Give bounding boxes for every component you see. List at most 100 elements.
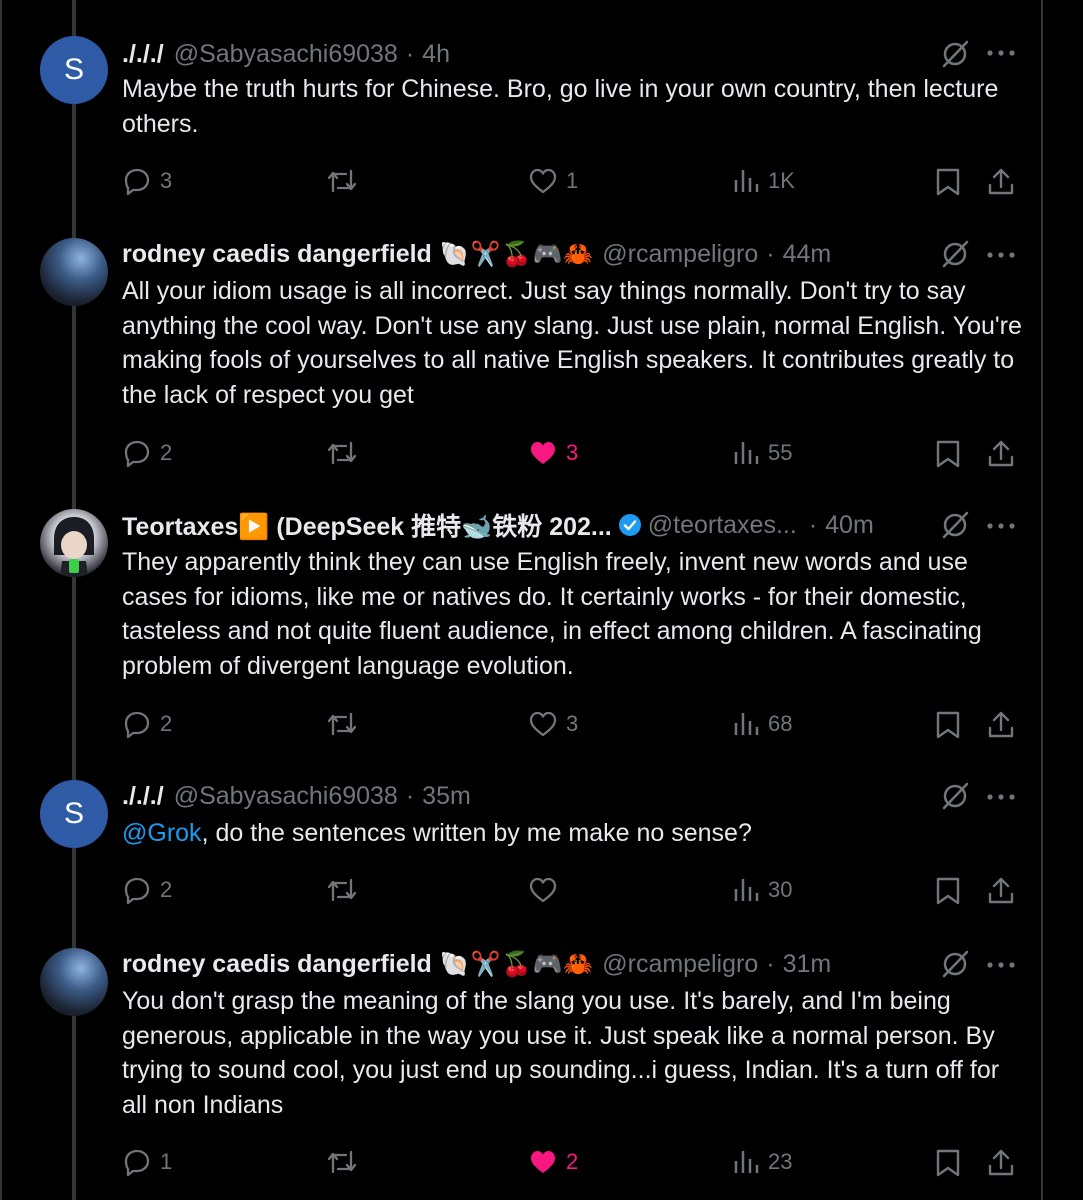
reply-count: 2 (160, 711, 173, 736)
tweet-text: All your idiom usage is all incorrect. J… (122, 277, 1022, 409)
heart-icon (529, 711, 557, 737)
share-icon[interactable] (986, 876, 1016, 906)
more-icon[interactable] (986, 252, 1016, 258)
display-name[interactable]: ./././ (122, 40, 164, 69)
views-button[interactable]: 55 (732, 433, 792, 473)
share-icon[interactable] (986, 710, 1016, 740)
mention-link[interactable]: @Grok (122, 819, 202, 847)
user-handle[interactable]: @teortaxes... (648, 511, 797, 540)
reply-button[interactable]: 2 (122, 704, 172, 744)
views-icon (734, 879, 759, 901)
retweet-icon (327, 878, 357, 902)
separator-dot: · (405, 781, 415, 810)
retweet-icon (327, 169, 357, 193)
user-handle[interactable]: @Sabyasachi69038 (174, 40, 398, 69)
tweet[interactable]: Teortaxes▶️ (DeepSeek 推特🐋铁粉 202... @teor… (0, 509, 1083, 771)
view-count: 30 (768, 877, 793, 902)
retweet-button[interactable] (326, 870, 366, 910)
view-count: 23 (768, 1149, 793, 1174)
separator-dot: · (808, 510, 818, 539)
reply-icon (124, 711, 150, 739)
retweet-button[interactable] (326, 1142, 366, 1182)
view-count: 1K (768, 168, 795, 193)
tweet-header: rodney caedis dangerfield 🐚✂️🍒🎮🦀 @rcampe… (122, 238, 1083, 270)
share-icon[interactable] (986, 167, 1016, 197)
like-count: 1 (566, 168, 579, 193)
reply-button[interactable]: 2 (122, 433, 172, 473)
bookmark-icon[interactable] (934, 876, 962, 906)
tweet-actions: 3 1 1K (0, 161, 1083, 201)
reply-button[interactable]: 3 (122, 161, 172, 201)
tweet-text-container: @Grok, do the sentences written by me ma… (122, 816, 1022, 851)
heart-filled-icon (531, 442, 555, 464)
timestamp[interactable]: 35m (422, 782, 471, 811)
grok-icon[interactable] (940, 38, 970, 70)
bookmark-icon[interactable] (934, 1148, 962, 1178)
reply-count: 2 (160, 877, 173, 902)
tweet-header: rodney caedis dangerfield 🐚✂️🍒🎮🦀 @rcampe… (122, 948, 1083, 980)
timestamp[interactable]: 4h (422, 40, 450, 69)
user-handle[interactable]: @rcampeligro (602, 240, 758, 269)
grok-icon[interactable] (940, 238, 970, 270)
share-icon[interactable] (986, 1148, 1016, 1178)
more-icon[interactable] (986, 50, 1016, 56)
views-button[interactable]: 68 (732, 704, 792, 744)
tweet[interactable]: S ./././ @Sabyasachi69038 · 35m @Grok, d… (0, 780, 1083, 940)
display-name[interactable]: Teortaxes▶️ (DeepSeek 推特🐋铁粉 202... (122, 507, 612, 543)
heart-icon (529, 168, 557, 194)
bookmark-icon[interactable] (934, 439, 962, 469)
timestamp[interactable]: 44m (783, 240, 832, 269)
timestamp[interactable]: 40m (825, 511, 874, 540)
avatar[interactable] (40, 948, 108, 1016)
avatar[interactable] (40, 509, 108, 577)
grok-icon[interactable] (940, 780, 970, 812)
tweet[interactable]: rodney caedis dangerfield 🐚✂️🍒🎮🦀 @rcampe… (0, 238, 1083, 500)
tweet-header: ./././ @Sabyasachi69038 · 35m (122, 780, 1083, 812)
more-icon[interactable] (986, 794, 1016, 800)
more-icon[interactable] (986, 523, 1016, 529)
like-button[interactable]: 3 (528, 704, 578, 744)
display-name[interactable]: rodney caedis dangerfield (122, 240, 432, 269)
like-button[interactable]: 2 (528, 1142, 578, 1182)
retweet-button[interactable] (326, 433, 366, 473)
reply-icon (124, 440, 150, 468)
views-icon (734, 1151, 759, 1173)
views-button[interactable]: 30 (732, 870, 792, 910)
user-handle[interactable]: @Sabyasachi69038 (174, 782, 398, 811)
more-icon[interactable] (986, 962, 1016, 968)
reply-button[interactable]: 1 (122, 1142, 172, 1182)
separator-dot: · (766, 949, 775, 978)
display-name[interactable]: rodney caedis dangerfield (122, 950, 432, 979)
like-button[interactable]: 3 (528, 433, 578, 473)
name-emojis: 🐚✂️🍒🎮🦀 (439, 240, 595, 268)
avatar[interactable]: S (40, 780, 108, 848)
bookmark-icon[interactable] (934, 167, 962, 197)
separator-dot: · (405, 39, 415, 68)
user-handle[interactable]: @rcampeligro (602, 950, 758, 979)
heart-icon (529, 877, 557, 903)
reply-count: 2 (160, 440, 173, 465)
tweet[interactable]: rodney caedis dangerfield 🐚✂️🍒🎮🦀 @rcampe… (0, 948, 1083, 1200)
avatar[interactable] (40, 238, 108, 306)
separator-dot: · (766, 239, 775, 268)
grok-icon[interactable] (940, 509, 970, 541)
grok-icon[interactable] (940, 948, 970, 980)
bookmark-icon[interactable] (934, 710, 962, 740)
share-icon[interactable] (986, 439, 1016, 469)
reply-button[interactable]: 2 (122, 870, 172, 910)
timestamp[interactable]: 31m (783, 950, 832, 979)
verified-badge-icon (618, 514, 641, 536)
views-button[interactable]: 1K (732, 161, 795, 201)
reply-icon (124, 877, 150, 905)
retweet-button[interactable] (326, 704, 366, 744)
reply-icon (124, 1149, 150, 1177)
tweet-text: , do the sentences written by me make no… (201, 819, 752, 847)
views-button[interactable]: 23 (732, 1142, 792, 1182)
avatar[interactable]: S (40, 36, 108, 104)
like-button[interactable]: 1 (528, 161, 578, 201)
name-emojis: 🐚✂️🍒🎮🦀 (439, 950, 595, 978)
like-button[interactable] (528, 870, 566, 910)
tweet[interactable]: S ./././ @Sabyasachi69038 · 4h Maybe the… (0, 36, 1083, 231)
retweet-button[interactable] (326, 161, 366, 201)
display-name[interactable]: ./././ (122, 782, 164, 811)
